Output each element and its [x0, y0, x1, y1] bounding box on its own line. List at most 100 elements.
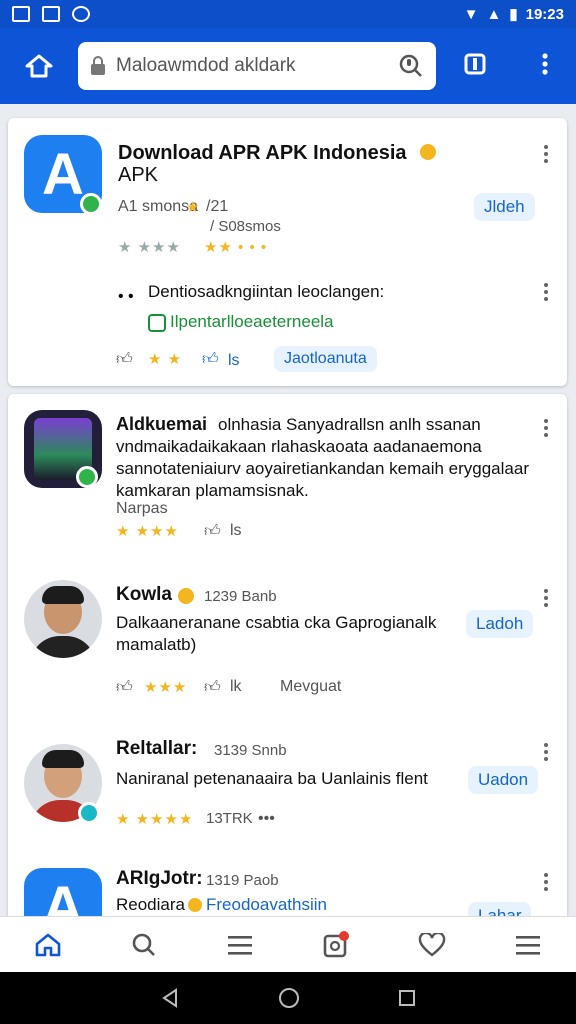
voice-search-icon[interactable]: [398, 53, 424, 79]
comments-card: Aldkuemai olnhasia Sanyadrallsn anlh ssa…: [8, 394, 567, 916]
verified-badge-icon: [80, 193, 102, 215]
nav-search[interactable]: [124, 925, 164, 965]
post-stars: ★ ★★★★: [116, 811, 194, 828]
green-link[interactable]: Ilpentarlloeaeterneela: [170, 312, 334, 332]
tabs-icon: [464, 53, 485, 74]
nav-menu[interactable]: [220, 925, 260, 965]
app-logo-icon[interactable]: A: [24, 868, 102, 916]
post-extra[interactable]: Mevguat: [280, 678, 341, 696]
nav-notifications[interactable]: [316, 925, 356, 965]
nav-home[interactable]: [28, 925, 68, 965]
notification-icon: [12, 6, 30, 22]
reply-button[interactable]: Uadon: [468, 766, 539, 794]
post-time: 3139 Snnb: [214, 742, 287, 759]
battery-icon: ▮: [509, 6, 518, 23]
app-title: Download APR APK Indonesia: [118, 142, 407, 164]
image-icon: [42, 6, 60, 22]
system-navigation: [0, 972, 576, 1024]
nav-more[interactable]: [508, 925, 548, 965]
signal-icon: ▲: [486, 5, 502, 23]
home-circle-icon[interactable]: [278, 987, 300, 1009]
post-stars: ★★★: [144, 679, 188, 696]
post-text-2: mamalatb): [116, 635, 197, 654]
install-button[interactable]: Jldeh: [474, 193, 535, 221]
recents-icon[interactable]: [397, 988, 417, 1008]
chat-badge-icon: [76, 466, 98, 488]
post-stars: ★ ★★★: [116, 523, 179, 540]
emoji-icon: [188, 898, 202, 912]
post-menu-icon[interactable]: [544, 416, 550, 440]
heart-icon: [418, 932, 446, 957]
lock-icon: [91, 56, 105, 75]
post-sub: Narpas: [116, 500, 168, 517]
post-text-line2: vndmaikadaikakaan rlahaskaoata aadanaemo…: [116, 437, 482, 456]
search-input[interactable]: Maloawmdod akldark: [116, 55, 388, 77]
section-menu-icon[interactable]: [544, 280, 550, 304]
post-time: 1319 Paob: [206, 872, 279, 889]
reply-button[interactable]: Lahar: [468, 902, 532, 916]
app-meta-count: /21: [206, 198, 229, 215]
back-icon[interactable]: [159, 987, 181, 1009]
post-author[interactable]: Kowla: [116, 584, 172, 606]
post-text-line3: sannotateniaiurv aoyairetiankandan kemai…: [116, 459, 529, 478]
post-link[interactable]: Freodoavathsiin: [206, 895, 327, 915]
post-text-line1: olnhasia Sanyadrallsn anlh ssanan: [218, 415, 481, 434]
status-time: 19:23: [525, 5, 564, 23]
home-outline-icon: [25, 54, 53, 78]
post-menu-icon[interactable]: [544, 740, 550, 764]
like-blue-icon[interactable]: 👍︎: [202, 350, 219, 369]
emoji-icon: [178, 588, 194, 604]
post-text: Reodiara: [116, 895, 185, 914]
post-author[interactable]: ARIgJotr:: [116, 868, 203, 890]
post-menu-icon[interactable]: [544, 870, 550, 894]
like-count: ls: [230, 522, 242, 539]
more-menu-icon: [516, 935, 540, 955]
more-dots[interactable]: •••: [258, 810, 275, 828]
search-icon: [132, 933, 155, 956]
menu-icon: [228, 935, 252, 955]
chat-badge-icon: [78, 802, 100, 824]
rating-stars: ★ ★★★: [118, 239, 181, 256]
status-bar: ▼ ▲ ▮ 19:23: [0, 0, 576, 28]
like-icon[interactable]: 👍︎: [204, 678, 221, 697]
app-card[interactable]: A Download APR APK Indonesia APK A1 smon…: [8, 118, 567, 386]
bottom-navigation: [0, 916, 576, 972]
dots-icon: • •: [118, 288, 134, 305]
emoji-icon: [420, 144, 436, 160]
post-author[interactable]: Aldkuemai: [116, 414, 207, 435]
wifi-icon: ▼: [463, 5, 479, 23]
action-count: ls: [228, 352, 240, 369]
post-count: 13TRK: [206, 810, 253, 827]
like-count: lk: [230, 678, 242, 695]
action-link[interactable]: Jaotloanuta: [274, 346, 377, 372]
notifications-icon: [323, 930, 349, 957]
kebab-icon: [541, 52, 548, 75]
tabs-button[interactable]: [464, 53, 486, 80]
post-text-line4: kamkaran plamamsisnak.: [116, 481, 309, 500]
like-icon[interactable]: 👍︎: [204, 522, 221, 541]
like-icon[interactable]: 👍︎: [116, 678, 133, 697]
top-toolbar: Maloawmdod akldark: [0, 28, 576, 104]
post-text: Dalkaaneranane csabtia cka Gaprogianalk: [116, 613, 437, 632]
post-author[interactable]: Reltallar:: [116, 738, 197, 760]
green-tag-icon: [148, 314, 166, 332]
search-bar[interactable]: Maloawmdod akldark: [78, 42, 436, 90]
reply-button[interactable]: Ladoh: [466, 610, 534, 638]
nav-favorites[interactable]: [412, 925, 452, 965]
home-button[interactable]: [0, 53, 78, 79]
post-text: Naniranal petenanaaira ba Uanlainis flen…: [116, 769, 428, 788]
post-menu-icon[interactable]: [544, 586, 550, 610]
avatar[interactable]: [24, 580, 102, 658]
home-icon: [35, 933, 61, 956]
section-text: Dentiosadkngiintan leoclangen:: [148, 282, 385, 301]
feed: A Download APR APK Indonesia APK A1 smon…: [0, 104, 576, 916]
app-downloads: / S08smos: [210, 218, 281, 235]
action-stars: ★ ★: [148, 351, 183, 368]
like-icon[interactable]: 👍︎: [116, 350, 133, 369]
card-menu-icon[interactable]: [544, 142, 550, 166]
blocked-icon: [72, 6, 90, 22]
overflow-menu-button[interactable]: [541, 52, 549, 80]
star-icon: ★: [186, 199, 201, 216]
post-time: 1239 Banb: [204, 588, 277, 605]
rating-stars-gold: ★★ • • •: [204, 239, 268, 256]
